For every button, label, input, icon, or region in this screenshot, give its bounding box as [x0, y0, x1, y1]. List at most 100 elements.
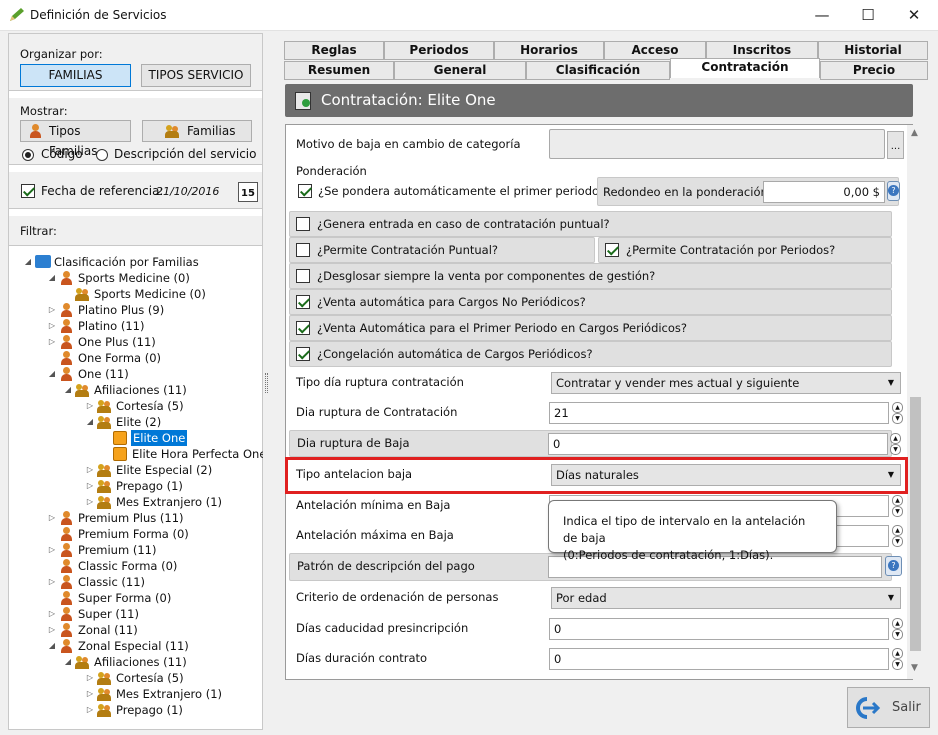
permite-puntual-checkbox[interactable]	[296, 243, 310, 257]
close-button[interactable]: ✕	[891, 0, 937, 31]
fecha-checkbox[interactable]	[21, 184, 35, 198]
tab[interactable]: Historial	[818, 41, 928, 60]
collapse-arrow-icon[interactable]: ◢	[47, 366, 57, 382]
tab[interactable]: Clasificación	[526, 61, 670, 80]
salir-button[interactable]: Salir	[847, 687, 930, 728]
splitter[interactable]	[263, 33, 271, 730]
group-icon	[97, 463, 112, 477]
permite-periodos-checkbox[interactable]	[605, 243, 619, 257]
congelacion-label: ¿Congelación automática de Cargos Periód…	[317, 347, 593, 361]
collapse-arrow-icon[interactable]: ◢	[85, 414, 95, 430]
genera-entrada-checkbox[interactable]	[296, 217, 310, 231]
tipo-ruptura-select[interactable]: Contratar y vender mes actual y siguient…	[551, 372, 901, 394]
calendar-icon[interactable]: 15	[238, 182, 258, 202]
expand-arrow-icon[interactable]: ▷	[47, 318, 57, 334]
expand-arrow-icon[interactable]: ▷	[47, 574, 57, 590]
familias-filter-label: Familias	[187, 124, 236, 138]
row-dia-ruptura-baja: Dia ruptura de Baja 0 ▲ ▼	[289, 430, 901, 457]
row-permite-periodos: ¿Permite Contratación por Periodos?	[598, 237, 892, 263]
collapse-arrow-icon[interactable]: ◢	[63, 382, 73, 398]
antelacion-max-spinner[interactable]: ▲ ▼	[892, 525, 903, 547]
tree-node-label: One Forma (0)	[78, 351, 162, 365]
criterio-select[interactable]: Por edad ▼	[551, 587, 901, 609]
collapse-arrow-icon[interactable]: ◢	[47, 638, 57, 654]
row-dias-duracion: Días duración contrato 0 ▲ ▼	[289, 646, 903, 672]
chevron-down-icon: ▼	[887, 378, 894, 387]
tipos-familias-button[interactable]: Tipos Familias	[20, 120, 131, 158]
scroll-up-icon[interactable]: ▲	[911, 128, 918, 138]
radio-codigo[interactable]	[22, 149, 34, 161]
tab[interactable]: Periodos	[384, 41, 494, 60]
tooltip: Indica el tipo de intervalo en la antela…	[548, 500, 837, 562]
expand-arrow-icon[interactable]: ▷	[47, 302, 57, 318]
antelacion-min-label: Antelación mínima en Baja	[296, 498, 451, 512]
familias-filter-button[interactable]: Familias	[142, 120, 252, 142]
expand-arrow-icon[interactable]: ▷	[85, 702, 95, 718]
dia-ruptura-spinner[interactable]: ▲ ▼	[892, 402, 903, 424]
expand-arrow-icon[interactable]: ▷	[85, 462, 95, 478]
tab[interactable]: General	[394, 61, 526, 80]
antelacion-min-spinner[interactable]: ▲ ▼	[892, 495, 903, 517]
fecha-value[interactable]: 21/10/2016	[156, 185, 219, 198]
tab[interactable]: Resumen	[284, 61, 394, 80]
tab[interactable]: Reglas	[284, 41, 384, 60]
tipos-servicio-button[interactable]: TIPOS SERVICIO	[141, 64, 251, 87]
row-genera-entrada: ¿Genera entrada en caso de contratación …	[289, 211, 892, 237]
tooltip-line-1: Indica el tipo de intervalo en la antela…	[563, 514, 806, 545]
motivo-baja-field[interactable]	[549, 129, 885, 159]
tab[interactable]: Contratación	[670, 58, 820, 78]
minimize-button[interactable]: —	[799, 0, 845, 31]
patron-help-icon[interactable]	[885, 556, 902, 576]
expand-arrow-icon[interactable]: ▷	[85, 670, 95, 686]
tab[interactable]: Precio	[820, 61, 928, 80]
familias-button[interactable]: FAMILIAS	[20, 64, 131, 87]
group-icon	[75, 383, 90, 397]
tree-node-label: Sports Medicine (0)	[94, 287, 206, 301]
expand-arrow-icon[interactable]: ▷	[85, 398, 95, 414]
maximize-button[interactable]: ☐	[845, 0, 891, 31]
venta-no-periodicos-checkbox[interactable]	[296, 295, 310, 309]
expand-arrow-icon[interactable]: ▷	[47, 622, 57, 638]
redondeo-help-icon[interactable]	[887, 181, 900, 201]
expand-arrow-icon[interactable]: ▷	[47, 510, 57, 526]
person-icon	[59, 623, 74, 637]
dias-duracion-field[interactable]: 0	[549, 648, 889, 670]
pondera-auto-checkbox[interactable]	[298, 184, 312, 198]
tree-node-label: Platino (11)	[78, 319, 145, 333]
venta-primer-periodo-checkbox[interactable]	[296, 321, 310, 335]
tab[interactable]: Horarios	[494, 41, 604, 60]
dias-caducidad-field[interactable]: 0	[549, 618, 889, 640]
tree-node-label: Premium (11)	[78, 543, 157, 557]
desglosar-checkbox[interactable]	[296, 269, 310, 283]
radio-descripcion[interactable]	[96, 149, 108, 161]
splitter-grip[interactable]	[265, 373, 268, 393]
collapse-arrow-icon[interactable]: ◢	[23, 254, 33, 270]
tree-node-label: Premium Forma (0)	[78, 527, 189, 541]
scrollbar-thumb[interactable]	[910, 397, 921, 651]
scroll-down-icon[interactable]: ▼	[911, 663, 918, 673]
expand-arrow-icon[interactable]: ▷	[47, 334, 57, 350]
patron-label: Patrón de descripción del pago	[297, 559, 475, 573]
congelacion-checkbox[interactable]	[296, 347, 310, 361]
expand-arrow-icon[interactable]: ▷	[85, 686, 95, 702]
expand-arrow-icon[interactable]: ▷	[47, 606, 57, 622]
dia-ruptura-baja-spinner[interactable]: ▲ ▼	[890, 433, 901, 455]
expand-arrow-icon[interactable]: ▷	[85, 478, 95, 494]
motivo-baja-browse-button[interactable]: ...	[887, 131, 904, 159]
mostrar-label: Mostrar:	[20, 104, 68, 118]
organizar-group: Organizar por: FAMILIAS TIPOS SERVICIO	[9, 34, 262, 91]
dias-duracion-spinner[interactable]: ▲ ▼	[892, 648, 903, 670]
dia-ruptura-baja-field[interactable]: 0	[548, 433, 888, 455]
tree-node-label: One Plus (11)	[78, 335, 156, 349]
vertical-scrollbar[interactable]: ▲ ▼	[907, 125, 924, 679]
collapse-arrow-icon[interactable]: ◢	[63, 654, 73, 670]
expand-arrow-icon[interactable]: ▷	[85, 494, 95, 510]
redondeo-field[interactable]: 0,00 $	[763, 181, 885, 203]
collapse-arrow-icon[interactable]: ◢	[47, 270, 57, 286]
dia-ruptura-field[interactable]: 21	[549, 402, 889, 424]
tree-node-label: Elite Especial (2)	[116, 463, 213, 477]
row-motivo-baja: Motivo de baja en cambio de categoría ..…	[289, 129, 904, 159]
expand-arrow-icon[interactable]: ▷	[47, 542, 57, 558]
radio-codigo-label: Código	[41, 147, 83, 161]
dias-caducidad-spinner[interactable]: ▲ ▼	[892, 618, 903, 640]
